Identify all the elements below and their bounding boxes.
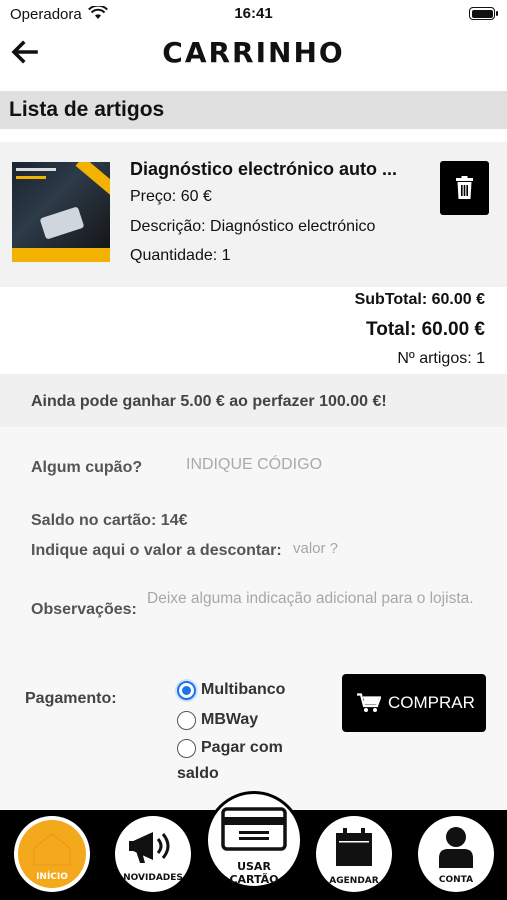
product-description: Descrição: Diagnóstico electrónico [130, 218, 376, 235]
product-thumbnail [12, 162, 110, 262]
buy-button-label: COMPRAR [388, 693, 475, 712]
trash-icon [456, 176, 473, 199]
tab-bar: INÍCIO NOVIDADES USAR CARTÃO AGENDAR CON… [0, 791, 507, 900]
delete-item-button[interactable] [440, 161, 489, 215]
coupon-input[interactable]: INDIQUE CÓDIGO [186, 456, 322, 474]
discount-input[interactable]: valor ? [293, 540, 338, 557]
tab-usar-cartao[interactable]: USAR CARTÃO [205, 791, 303, 889]
promo-banner: Ainda pode ganhar 5.00 € ao perfazer 100… [0, 374, 507, 427]
card-balance: Saldo no cartão: 14€ [31, 512, 188, 529]
product-quantity: Quantidade: 1 [130, 247, 231, 264]
product-name: Diagnóstico electrónico auto ... [130, 159, 398, 179]
payment-option-label-cont[interactable]: saldo [177, 765, 219, 783]
promo-text: Ainda pode ganhar 5.00 € ao perfazer 100… [31, 393, 387, 410]
coupon-label: Algum cupão? [31, 459, 143, 476]
tab-inicio[interactable]: INÍCIO [14, 816, 90, 892]
tab-agendar[interactable]: AGENDAR [316, 816, 392, 892]
cart-item: Diagnóstico electrónico auto ... Preço: … [0, 142, 507, 287]
notes-input[interactable]: Deixe alguma indicação adicional para o … [147, 588, 477, 610]
tab-conta[interactable]: CONTA [418, 816, 494, 892]
tab-label: NOVIDADES [123, 873, 183, 883]
checkout-form: Algum cupão? INDIQUE CÓDIGO Saldo no car… [0, 427, 507, 810]
total: Total: 60.00 € [366, 319, 485, 340]
payment-option-mbway[interactable]: MBWay [177, 709, 258, 731]
tab-label: INÍCIO [36, 872, 68, 882]
megaphone-icon [129, 832, 170, 863]
payment-option-saldo[interactable]: Pagar com [177, 737, 283, 759]
product-price: Preço: 60 € [130, 188, 212, 205]
nav-bar: CARRINHO [0, 28, 507, 84]
tab-label-line2: CARTÃO [229, 873, 279, 886]
clock: 16:41 [234, 5, 273, 22]
notes-label: Observações: [31, 601, 137, 618]
payment-option-label: Multibanco [201, 681, 286, 698]
home-icon [33, 833, 71, 866]
payment-option-multibanco[interactable]: Multibanco [177, 679, 285, 701]
user-icon [439, 827, 473, 868]
tab-label: CONTA [438, 875, 474, 885]
subtotal: SubTotal: 60.00 € [354, 291, 485, 308]
tab-label-line1: USAR [237, 860, 271, 873]
section-title: Lista de artigos [9, 98, 165, 121]
radio-icon [177, 710, 196, 730]
payment-option-label: Pagar com [201, 739, 283, 756]
page-title: CARRINHO [162, 36, 345, 69]
status-bar: Operadora 16:41 [0, 0, 507, 28]
radio-icon [177, 738, 196, 758]
radio-selected-icon [177, 680, 196, 700]
section-header: Lista de artigos [0, 91, 507, 129]
discount-label: Indique aqui o valor a descontar: [31, 542, 282, 559]
payment-label: Pagamento: [25, 690, 117, 707]
tab-label: AGENDAR [329, 876, 379, 886]
tab-novidades[interactable]: NOVIDADES [115, 816, 191, 892]
battery-icon [469, 7, 498, 20]
buy-button[interactable]: COMPRAR [342, 674, 486, 732]
tab-label: USAR CARTÃO [208, 860, 300, 886]
calendar-icon [336, 828, 372, 866]
payment-option-label: MBWay [201, 711, 259, 728]
item-count: Nº artigos: 1 [397, 350, 485, 367]
cart-icon [357, 693, 381, 712]
card-icon [221, 807, 287, 851]
